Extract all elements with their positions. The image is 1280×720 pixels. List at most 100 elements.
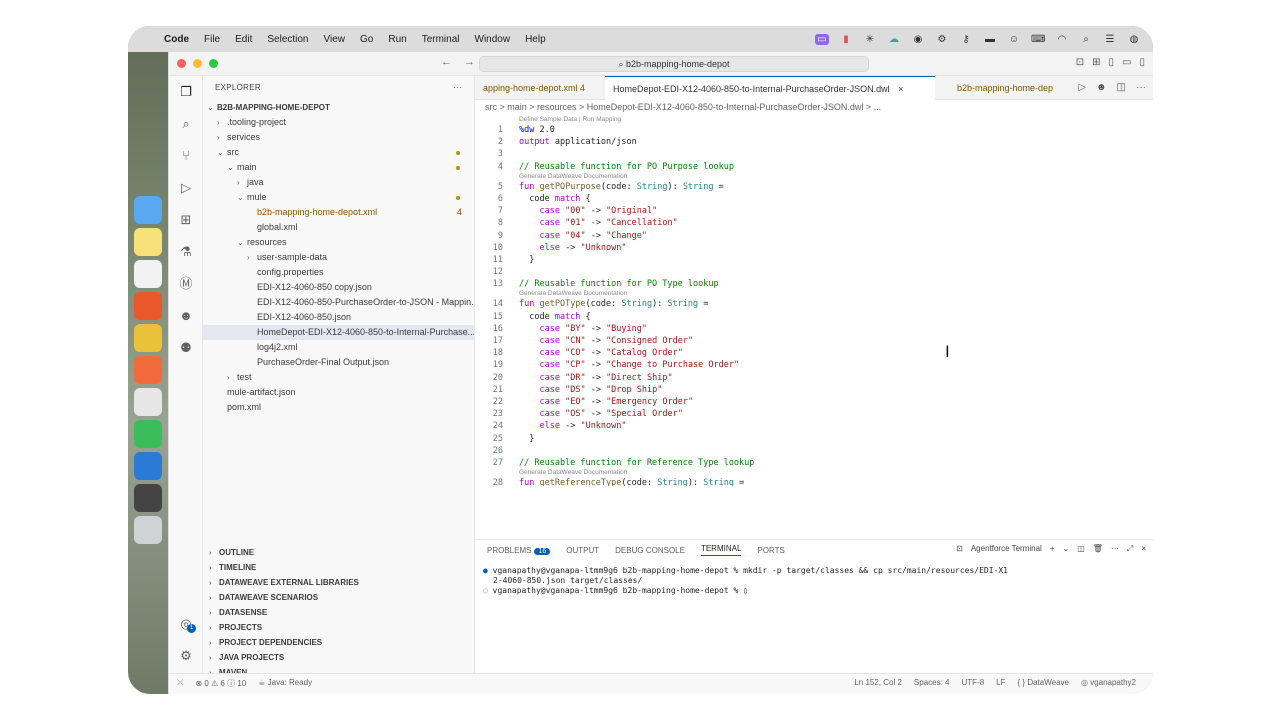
code-line[interactable]: 22 case "EO" -> "Emergency Order" — [475, 396, 1153, 408]
tab-output[interactable]: OUTPUT — [566, 546, 599, 555]
language-mode[interactable]: { } DataWeave — [1018, 678, 1069, 687]
face-icon[interactable]: ☺ — [1007, 34, 1021, 45]
sidebar-panel-header[interactable]: › PROJECT DEPENDENCIES — [203, 635, 474, 650]
menu-terminal[interactable]: Terminal — [422, 34, 460, 45]
sidebar-panel-header[interactable]: › DATASENSE — [203, 605, 474, 620]
slack-icon[interactable] — [134, 292, 162, 320]
extensions-icon[interactable]: ⊞ — [178, 212, 194, 228]
code-line[interactable]: 24 else -> "Unknown" — [475, 420, 1153, 432]
tree-folder[interactable]: › java — [203, 175, 474, 190]
new-terminal-icon[interactable]: + — [1050, 544, 1055, 554]
menu-view[interactable]: View — [324, 34, 346, 45]
code-line[interactable]: 15 code match { — [475, 311, 1153, 323]
sidebar-panel-header[interactable]: › DATAWEAVE SCENARIOS — [203, 590, 474, 605]
code-line[interactable]: 12 — [475, 266, 1153, 278]
menu-run[interactable]: Run — [388, 34, 406, 45]
siri-icon[interactable]: ◍ — [1127, 34, 1141, 45]
code-line[interactable]: 2 output application/json — [475, 136, 1153, 148]
split-terminal-icon[interactable]: ◫ — [1077, 544, 1085, 554]
code-line[interactable]: 19 case "CP" -> "Change to Purchase Orde… — [475, 359, 1153, 371]
code-line[interactable]: 1 %dw 2.0 — [475, 124, 1153, 136]
code-line[interactable]: 28 fun getReferenceType(code: String): St… — [475, 477, 1153, 486]
tree-folder[interactable]: › services — [203, 130, 474, 145]
key-icon[interactable]: ⚷ — [959, 34, 973, 45]
tree-folder[interactable]: ⌄ main — [203, 160, 474, 175]
indentation[interactable]: Spaces: 4 — [914, 678, 950, 687]
breadcrumb[interactable]: src > main > resources > HomeDepot-EDI-X… — [485, 102, 881, 112]
wifi-icon[interactable]: ◠ — [1055, 34, 1069, 45]
finder-icon[interactable] — [134, 196, 162, 224]
tree-file[interactable]: EDI-X12-4060-850.json — [203, 310, 474, 325]
code-line[interactable]: 14 fun getPOType(code: String): String = — [475, 298, 1153, 310]
toggle-sidebar-icon[interactable]: ▯ — [1109, 57, 1115, 68]
cloud-icon[interactable]: ☁ — [887, 34, 901, 45]
code-line[interactable]: 23 case "OS" -> "Special Order" — [475, 408, 1153, 420]
account-status[interactable]: ◎ vganapathy2 — [1081, 678, 1136, 687]
tree-folder[interactable]: ⌄ mule — [203, 190, 474, 205]
control-center-icon[interactable]: ☰ — [1103, 34, 1117, 45]
tab-mule-xml[interactable]: apping-home-depot.xml 4 — [475, 76, 603, 100]
code-line[interactable]: 13 // Reusable function for PO Type looku… — [475, 278, 1153, 290]
tree-file[interactable]: PurchaseOrder-Final Output.json — [203, 355, 474, 370]
screen-share-icon[interactable]: ▭ — [815, 33, 829, 45]
command-center-search[interactable]: ⌕ b2b-mapping-home-depot — [479, 56, 869, 72]
end-of-line[interactable]: LF — [996, 678, 1005, 687]
code-line[interactable]: 17 case "CN" -> "Consigned Order" — [475, 335, 1153, 347]
tab-dwl-active[interactable]: HomeDepot-EDI-X12-4060-850-to-Internal-P… — [605, 76, 935, 100]
testing-icon[interactable]: ⚗ — [178, 244, 194, 260]
tab-debug-console[interactable]: DEBUG CONSOLE — [615, 546, 685, 555]
sidebar-panel-header[interactable]: › OUTLINE — [203, 545, 474, 560]
sidebar-panel-header[interactable]: › DATAWEAVE EXTERNAL LIBRARIES — [203, 575, 474, 590]
tab-ports[interactable]: PORTS — [757, 546, 784, 555]
java-status[interactable]: ☕ Java: Ready — [258, 678, 312, 689]
code-line[interactable]: 20 case "DR" -> "Direct Ship" — [475, 372, 1153, 384]
sparkle-icon[interactable]: ✳ — [863, 34, 877, 45]
tree-file[interactable]: log4j2.xml — [203, 340, 474, 355]
tab-terminal[interactable]: TERMINAL — [700, 544, 742, 556]
textedit-icon[interactable] — [134, 388, 162, 416]
split-editor-icon[interactable]: ◫ — [1117, 82, 1126, 93]
code-lens-run-mapping[interactable]: Define Sample Data | Run Mapping — [475, 116, 1153, 124]
tree-folder[interactable]: ⌄ src — [203, 145, 474, 160]
search-icon[interactable]: ⌕ — [178, 116, 194, 132]
menu-edit[interactable]: Edit — [235, 34, 252, 45]
tree-file[interactable]: pom.xml — [203, 400, 474, 415]
trash-icon[interactable] — [134, 516, 162, 544]
tab-problems[interactable]: PROBLEMS 16 — [487, 546, 551, 555]
sync-icon[interactable]: ◉ — [911, 34, 925, 45]
settings-gear-icon[interactable]: ⚙ — [178, 648, 194, 664]
code-line[interactable]: 11 } — [475, 254, 1153, 266]
code-line[interactable]: 27 // Reusable function for Reference Typ… — [475, 457, 1153, 469]
close-tab-icon[interactable]: × — [898, 84, 903, 94]
problems-status[interactable]: ⊗ 0 ⚠ 6 ⓘ 10 — [195, 678, 246, 689]
code-line[interactable]: 8 case "01" -> "Cancellation" — [475, 217, 1153, 229]
tree-file[interactable]: config.properties — [203, 265, 474, 280]
agentforce-action-icon[interactable]: ☻ — [1096, 82, 1107, 93]
tree-folder[interactable]: › .tooling-project — [203, 115, 474, 130]
panel-more-icon[interactable]: ··· — [1111, 544, 1119, 554]
menu-code[interactable]: Code — [164, 34, 189, 45]
code-lens-generate-docs[interactable]: Generate DataWeave Documentation — [475, 173, 1153, 181]
code-line[interactable]: 5 fun getPOPurpose(code: String): String … — [475, 181, 1153, 193]
forward-arrow-icon[interactable]: → — [464, 56, 475, 68]
menu-window[interactable]: Window — [475, 34, 511, 45]
menu-selection[interactable]: Selection — [267, 34, 308, 45]
code-lens-generate-docs[interactable]: Generate DataWeave Documentation — [475, 469, 1153, 477]
workspace-root[interactable]: ⌄ B2B-MAPPING-HOME-DEPOT — [203, 100, 474, 115]
toggle-secondary-sidebar-icon[interactable]: ▯ — [1139, 57, 1145, 68]
code-line[interactable]: 10 else -> "Unknown" — [475, 242, 1153, 254]
run-debug-icon[interactable]: ▷ — [178, 180, 194, 196]
tree-file[interactable]: HomeDepot-EDI-X12-4060-850-to-Internal-P… — [203, 325, 474, 340]
copilot-icon[interactable]: ⊡ — [1076, 57, 1084, 68]
record-icon[interactable]: ▮ — [839, 34, 853, 45]
chevron-down-icon[interactable]: ⌄ — [1063, 544, 1070, 554]
editor-more-icon[interactable]: ··· — [1136, 82, 1146, 93]
toggle-panel-icon[interactable]: ▭ — [1122, 57, 1131, 68]
code-line[interactable]: 7 case "00" -> "Original" — [475, 205, 1153, 217]
vscode-dock-icon[interactable] — [134, 452, 162, 480]
sidebar-panel-header[interactable]: › PROJECTS — [203, 620, 474, 635]
code-line[interactable]: 6 code match { — [475, 193, 1153, 205]
explorer-icon[interactable]: ❐ — [178, 84, 194, 100]
copilot-chat-icon[interactable]: ⚉ — [178, 340, 194, 356]
tree-file[interactable]: EDI-X12-4060-850 copy.json — [203, 280, 474, 295]
